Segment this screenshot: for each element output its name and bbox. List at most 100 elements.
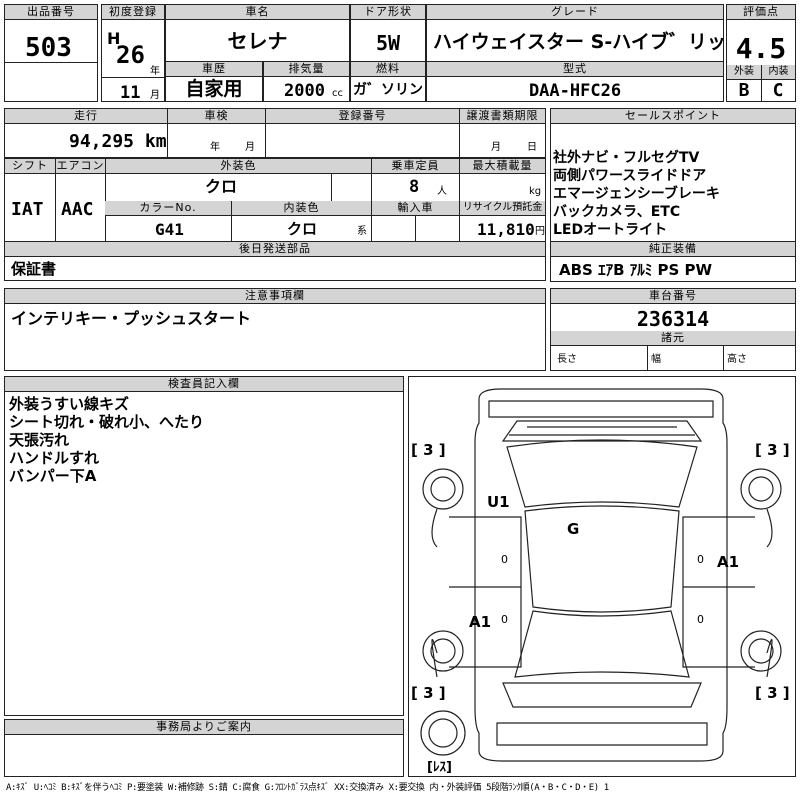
zero-right: 0 xyxy=(697,553,704,566)
later-parts-box: 後日発送部品 保証書 xyxy=(4,241,546,281)
notes: インテリキー・プッシュスタート xyxy=(11,309,252,328)
lot-number-header: 出品番号 xyxy=(5,5,97,20)
car-name-header: 車名 xyxy=(166,5,349,20)
displacement-box: 排気量 2000 cc xyxy=(263,61,350,102)
inspector-note-4: ハンドルすれ xyxy=(9,449,100,467)
registration-number-header: 登録番号 xyxy=(265,109,459,124)
color-no: G41 xyxy=(155,220,184,239)
aircon-header: エアコン xyxy=(55,159,105,174)
shift: IAT xyxy=(11,199,44,220)
car-diagram: [ 3 ] [ 3 ] [ 3 ] [ 3 ] [ﾚｽ] U1 G A1 A1 … xyxy=(411,388,790,775)
inspector-note-5: バンパー下A xyxy=(9,467,97,485)
office-box: 事務局よりご案内 xyxy=(4,719,404,777)
genuine-equipment: ABS ｴｱB ｱﾙﾐ PS PW xyxy=(559,261,713,279)
inspection-header: 車検 xyxy=(167,109,265,124)
grade: ハイウェイスター S-ハイブ゛リッド xyxy=(433,31,745,53)
interior-grade: C xyxy=(772,80,784,101)
width-label: 幅 xyxy=(651,354,661,365)
tire-right-top: [ 3 ] xyxy=(755,441,790,459)
model-header: 型式 xyxy=(427,62,723,77)
zero-right-2: 0 xyxy=(697,613,704,626)
grade-header: グレード xyxy=(427,5,723,20)
spec-grid: シフト エアコン 外装色 乗車定員 最大積載量 IAT AAC クロ 8 人 k… xyxy=(4,158,546,242)
model-box: 型式 DAA-HFC26 xyxy=(426,61,724,102)
chassis-box: 車台番号 236314 諸元 長さ 幅 高さ xyxy=(550,288,796,371)
inspector-note-1: 外装うすい線キズ xyxy=(9,395,130,413)
persons-unit: 人 xyxy=(437,186,447,197)
registration-year: 26 xyxy=(116,41,145,69)
legend: A:ｷｽﾞ U:ﾍｺﾐ B:ｷｽﾞを伴うﾍｺﾐ P:要塗装 W:補修跡 S:錆 … xyxy=(6,783,609,793)
cc-unit: cc xyxy=(332,88,343,99)
registration-box: 初度登録 H 26 年 11 月 xyxy=(101,4,165,102)
later-parts: 保証書 xyxy=(11,260,57,278)
height-label: 高さ xyxy=(727,354,747,365)
aircon: AAC xyxy=(61,199,94,220)
inspector-note-3: 天張汚れ xyxy=(9,431,70,449)
inspection-month-unit: 月 xyxy=(245,142,255,153)
yen-unit: 円 xyxy=(535,226,545,237)
ext-color-header: 外装色 xyxy=(105,159,371,174)
import-header: 輸入車 xyxy=(371,201,459,216)
genuine-box: 純正装備 ABS ｴｱB ｱﾙﾐ PS PW xyxy=(550,241,796,282)
chassis-header: 車台番号 xyxy=(551,289,795,304)
score: 4.5 xyxy=(735,32,787,65)
max-load-header: 最大積載量 xyxy=(459,159,545,174)
notes-header: 注意事項欄 xyxy=(5,289,545,304)
first-registration-header: 初度登録 xyxy=(102,5,164,20)
model-code: DAA-HFC26 xyxy=(528,81,622,101)
chassis-number: 236314 xyxy=(636,307,710,331)
zero-left: 0 xyxy=(501,553,508,566)
car-name: セレナ xyxy=(227,29,288,53)
history: 自家用 xyxy=(185,78,243,100)
lot-number: 503 xyxy=(25,33,72,63)
zero-left-2: 0 xyxy=(501,613,508,626)
year-unit: 年 xyxy=(150,66,160,77)
inspector-header: 検査員記入欄 xyxy=(5,377,403,392)
sales-points-header: セールスポイント xyxy=(551,109,795,124)
office-header: 事務局よりご案内 xyxy=(5,720,403,735)
capacity: 8 xyxy=(409,177,420,197)
inspector-box: 検査員記入欄 外装うすい線キズ シート切れ・破れ小、へたり 天張汚れ ハンドルす… xyxy=(4,376,404,716)
score-box: 評価点 4.5 外装 内装 B C xyxy=(726,4,796,102)
sales-point-4: バックカメラ、ETC xyxy=(553,204,681,220)
sales-point-3: エマージェンシーブレーキ xyxy=(553,186,720,202)
later-parts-header: 後日発送部品 xyxy=(5,242,545,257)
shift-header: シフト xyxy=(5,159,55,174)
sales-point-5: LEDオートライト xyxy=(553,222,668,238)
door-box: ドア形状 5W xyxy=(350,4,426,62)
int-color: クロ xyxy=(287,220,318,238)
grade-box: グレード ハイウェイスター S-ハイブ゛リッド xyxy=(426,4,745,62)
mileage: 94,295 km xyxy=(69,131,167,152)
spare-tire: [ﾚｽ] xyxy=(427,760,452,775)
genuine-header: 純正装備 xyxy=(551,242,795,257)
displacement-header: 排気量 xyxy=(264,62,349,77)
registration-month: 11 xyxy=(120,83,141,103)
month-unit: 月 xyxy=(150,90,160,101)
transfer-month-unit: 月 xyxy=(491,142,501,153)
fuel-header: 燃料 xyxy=(351,62,425,77)
door-header: ドア形状 xyxy=(351,5,425,20)
color-no-header: カラーNo. xyxy=(105,201,231,216)
mileage-header: 走行 xyxy=(5,109,167,124)
inspection-year-unit: 年 xyxy=(210,142,220,153)
mark-a1-right: A1 xyxy=(717,553,739,571)
inspector-note-2: シート切れ・破れ小、へたり xyxy=(9,413,205,431)
mark-u1: U1 xyxy=(487,493,510,511)
length-label: 長さ xyxy=(557,354,577,365)
sales-points-box: セールスポイント 社外ナビ・フルセグTV 両側パワースライドドア エマージェンシ… xyxy=(550,108,796,242)
exterior-header: 外装 xyxy=(727,65,761,80)
tire-right-bottom: [ 3 ] xyxy=(755,684,790,702)
notes-box: 注意事項欄 インテリキー・プッシュスタート xyxy=(4,288,546,371)
mileage-box: 走行 車検 登録番号 譲渡書類期限 94,295 km 年 月 月 月 日 xyxy=(4,108,546,158)
int-color-header: 内装色 xyxy=(231,201,371,216)
transfer-deadline-header: 譲渡書類期限 xyxy=(459,109,545,124)
tire-left-top: [ 3 ] xyxy=(411,441,446,459)
ext-color: クロ xyxy=(205,177,238,196)
fuel: ガ゛ソリン xyxy=(353,82,423,98)
displacement: 2000 xyxy=(284,81,325,101)
kei-unit: 系 xyxy=(357,226,367,237)
history-box: 車歴 自家用 xyxy=(165,61,263,102)
tire-left-bottom: [ 3 ] xyxy=(411,684,446,702)
specs-header: 諸元 xyxy=(551,331,795,346)
mark-a1-left: A1 xyxy=(469,613,491,631)
